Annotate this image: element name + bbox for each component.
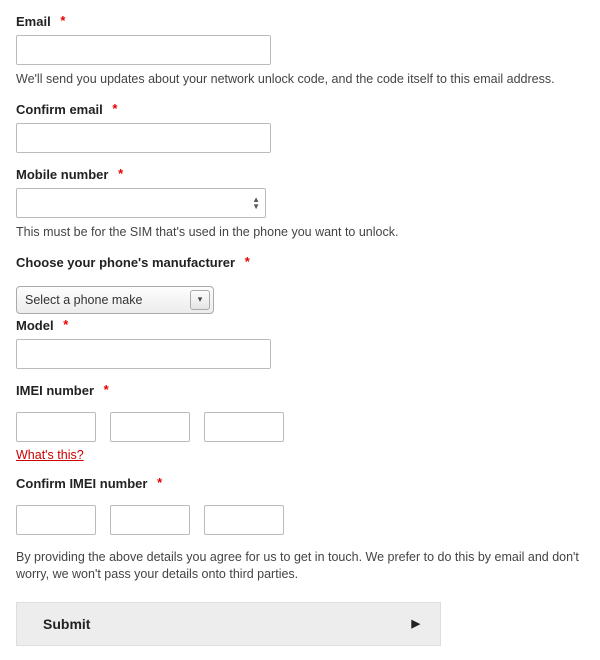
confirm-email-input[interactable]: [16, 123, 271, 153]
submit-label: Submit: [43, 616, 90, 632]
imei-field-group: IMEI number * What's this?: [16, 383, 584, 462]
confirm-email-field-group: Confirm email *: [16, 102, 584, 153]
mobile-label: Mobile number: [16, 167, 108, 182]
confirm-imei-part-1-input[interactable]: [16, 505, 96, 535]
mobile-help-text: This must be for the SIM that's used in …: [16, 224, 584, 241]
required-asterisk: *: [118, 166, 123, 181]
email-input[interactable]: [16, 35, 271, 65]
confirm-imei-label: Confirm IMEI number: [16, 476, 147, 491]
imei-part-2-input[interactable]: [110, 412, 190, 442]
manufacturer-select[interactable]: Select a phone make: [16, 286, 214, 314]
manufacturer-selected-value: Select a phone make: [25, 293, 142, 307]
confirm-imei-part-2-input[interactable]: [110, 505, 190, 535]
imei-part-3-input[interactable]: [204, 412, 284, 442]
required-asterisk: *: [104, 382, 109, 397]
required-asterisk: *: [63, 317, 68, 332]
whats-this-link[interactable]: What's this?: [16, 448, 84, 462]
email-help-text: We'll send you updates about your networ…: [16, 71, 584, 88]
confirm-imei-field-group: Confirm IMEI number *: [16, 476, 584, 535]
required-asterisk: *: [157, 475, 162, 490]
chevron-right-icon: ▶: [412, 617, 420, 630]
model-field-group: Model *: [16, 318, 584, 369]
manufacturer-field-group: Choose your phone's manufacturer * Selec…: [16, 255, 584, 314]
mobile-field-group: Mobile number * ▲▼ This must be for the …: [16, 167, 584, 241]
model-input[interactable]: [16, 339, 271, 369]
imei-label: IMEI number: [16, 383, 94, 398]
model-label: Model: [16, 318, 54, 333]
manufacturer-label: Choose your phone's manufacturer: [16, 255, 235, 270]
email-field-group: Email * We'll send you updates about you…: [16, 14, 584, 88]
required-asterisk: *: [60, 13, 65, 28]
confirm-email-label: Confirm email: [16, 102, 103, 117]
required-asterisk: *: [112, 101, 117, 116]
submit-button[interactable]: Submit ▶: [16, 602, 441, 646]
imei-part-1-input[interactable]: [16, 412, 96, 442]
email-label: Email: [16, 14, 51, 29]
confirm-imei-part-3-input[interactable]: [204, 505, 284, 535]
disclosure-text: By providing the above details you agree…: [16, 549, 584, 584]
mobile-number-input[interactable]: [16, 188, 266, 218]
required-asterisk: *: [245, 254, 250, 269]
